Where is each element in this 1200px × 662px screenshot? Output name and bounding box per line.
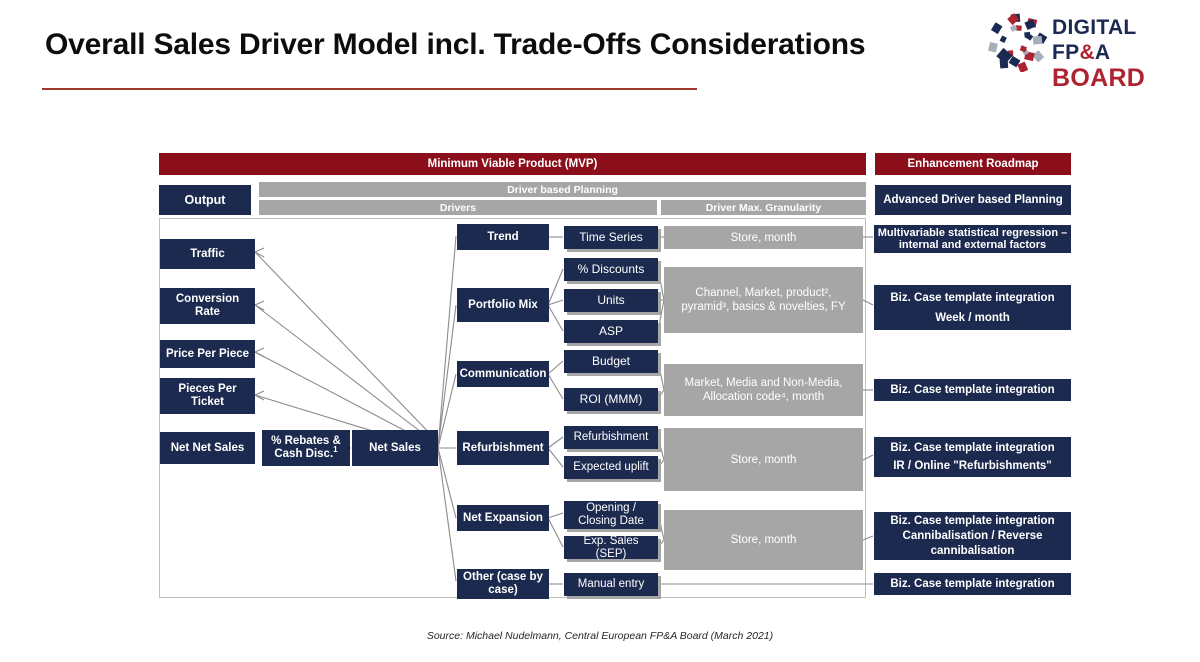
- driver-refurbishment[interactable]: Refurbishment: [457, 431, 549, 465]
- sub-driver-label: Budget: [591, 354, 631, 368]
- sub-driver-units[interactable]: Units: [564, 289, 658, 312]
- bridge-box-rebates-cash-discount[interactable]: % Rebates & Cash Disc.1: [262, 430, 350, 466]
- sub-driver-label: Opening / Closing Date: [578, 502, 644, 527]
- roadmap-label: Multivariable statistical regression – i…: [877, 226, 1068, 252]
- sub-driver-roi-mmm[interactable]: ROI (MMM): [564, 388, 658, 411]
- bridge-box-text: % Rebates & Cash Disc.: [271, 435, 341, 460]
- sub-driver-label: ASP: [598, 324, 623, 338]
- sub-driver-label: Exp. Sales (SEP): [583, 534, 639, 560]
- roadmap-portfolio-mix[interactable]: Biz. Case template integration Week / mon…: [874, 285, 1071, 330]
- roadmap-other-case-by-case[interactable]: Biz. Case template integration: [874, 573, 1071, 595]
- driver-communication[interactable]: Communication: [457, 361, 549, 387]
- roadmap-line: Biz. Case template integration: [890, 514, 1055, 527]
- roadmap-line: Biz. Case template integration: [890, 291, 1055, 304]
- sub-driver-expected-uplift[interactable]: Expected uplift: [564, 456, 658, 479]
- roadmap-label: Biz. Case template integration Week / mon…: [890, 288, 1054, 328]
- driver-portfolio-mix[interactable]: Portfolio Mix: [457, 288, 549, 322]
- granularity-label: Store, month: [730, 231, 797, 244]
- output-metric-label: Traffic: [190, 247, 225, 260]
- driver-other-case-by-case[interactable]: Other (case by case): [457, 569, 549, 599]
- sub-driver-exp-sales-sep[interactable]: Exp. Sales (SEP): [564, 534, 658, 560]
- roadmap-refurbishment[interactable]: Biz. Case template integration IR / Onlin…: [874, 437, 1071, 477]
- sub-driver-manual-entry[interactable]: Manual entry: [564, 573, 658, 596]
- output-metric-label: Pieces Per Ticket: [178, 383, 237, 408]
- sub-driver-discounts[interactable]: % Discounts: [564, 258, 658, 281]
- footnote-marker: 1: [333, 445, 338, 455]
- roadmap-label: Biz. Case template integration Cannibalis…: [877, 514, 1068, 559]
- driver-label: Communication: [459, 367, 547, 380]
- sub-driver-label: ROI (MMM): [579, 392, 643, 406]
- granularity-line: Allocation code⁴, month: [702, 391, 825, 403]
- driver-label: Trend: [487, 230, 519, 243]
- granularity-label: Market, Media and Non-Media, Allocation c…: [685, 376, 843, 404]
- granularity-portfolio-mix: Channel, Market, product², pyramid³, basi…: [664, 267, 863, 333]
- output-metric-pieces-per-ticket[interactable]: Pieces Per Ticket: [160, 378, 255, 414]
- driver-label: Portfolio Mix: [468, 298, 538, 311]
- output-metric-label: Conversion Rate: [175, 293, 240, 318]
- driver-label: Other (case by case): [463, 571, 543, 596]
- output-metric-label: Net Net Sales: [170, 441, 245, 454]
- roadmap-line: Biz. Case template integration: [890, 442, 1055, 454]
- sub-driver-label: Time Series: [579, 230, 643, 244]
- driver-net-expansion[interactable]: Net Expansion: [457, 505, 549, 531]
- driver-label: Net Expansion: [463, 511, 543, 524]
- granularity-line: Market, Media and Non-Media,: [684, 377, 843, 389]
- output-metric-price-per-piece[interactable]: Price Per Piece: [160, 340, 255, 368]
- output-metric-conversion-rate[interactable]: Conversion Rate: [160, 288, 255, 324]
- roadmap-line: Cannibalisation / Reverse cannibalisatio…: [902, 529, 1043, 557]
- bridge-box-label: Net Sales: [369, 441, 421, 454]
- bridge-box-net-sales[interactable]: Net Sales: [352, 430, 438, 466]
- output-metric-net-net-sales[interactable]: Net Net Sales: [160, 432, 255, 464]
- roadmap-communication[interactable]: Biz. Case template integration: [874, 379, 1071, 401]
- roadmap-net-expansion[interactable]: Biz. Case template integration Cannibalis…: [874, 512, 1071, 560]
- sub-driver-refurbishment[interactable]: Refurbishment: [564, 426, 658, 449]
- sub-driver-label: Manual entry: [577, 578, 645, 590]
- granularity-refurbishment: Store, month: [664, 428, 863, 491]
- sub-driver-asp[interactable]: ASP: [564, 320, 658, 343]
- roadmap-line: IR / Online "Refurbishments": [893, 460, 1052, 472]
- granularity-line: Channel, Market, product²,: [695, 287, 832, 299]
- slide-canvas: Overall Sales Driver Model incl. Trade-O…: [0, 0, 1200, 662]
- roadmap-line: Week / month: [935, 311, 1010, 324]
- sub-driver-label: Units: [597, 293, 625, 307]
- sub-driver-time-series[interactable]: Time Series: [564, 226, 658, 249]
- sub-driver-label: Expected uplift: [573, 461, 649, 473]
- sub-driver-label: Refurbishment: [573, 431, 649, 443]
- granularity-label: Store, month: [730, 534, 797, 546]
- roadmap-label: Biz. Case template integration: [890, 383, 1055, 396]
- output-metric-traffic[interactable]: Traffic: [160, 239, 255, 269]
- granularity-trend: Store, month: [664, 226, 863, 249]
- bridge-box-label: % Rebates & Cash Disc.1: [265, 435, 347, 461]
- granularity-line: pyramid³, basics & novelties, FY: [681, 301, 846, 313]
- roadmap-trend[interactable]: Multivariable statistical regression – i…: [874, 225, 1071, 253]
- driver-label: Refurbishment: [462, 441, 544, 454]
- granularity-net-expansion: Store, month: [664, 510, 863, 570]
- roadmap-label: Biz. Case template integration: [890, 577, 1055, 590]
- driver-trend[interactable]: Trend: [457, 224, 549, 250]
- granularity-communication: Market, Media and Non-Media, Allocation c…: [664, 364, 863, 416]
- sub-driver-opening-closing-date[interactable]: Opening / Closing Date: [564, 501, 658, 529]
- sub-driver-budget[interactable]: Budget: [564, 350, 658, 373]
- source-note: Source: Michael Nudelmann, Central Europ…: [426, 630, 774, 642]
- sub-driver-label: % Discounts: [577, 262, 645, 276]
- granularity-label: Channel, Market, product², pyramid³, basi…: [681, 286, 845, 314]
- output-metric-label: Price Per Piece: [165, 347, 250, 360]
- granularity-label: Store, month: [730, 453, 797, 466]
- roadmap-label: Biz. Case template integration IR / Onlin…: [890, 439, 1054, 475]
